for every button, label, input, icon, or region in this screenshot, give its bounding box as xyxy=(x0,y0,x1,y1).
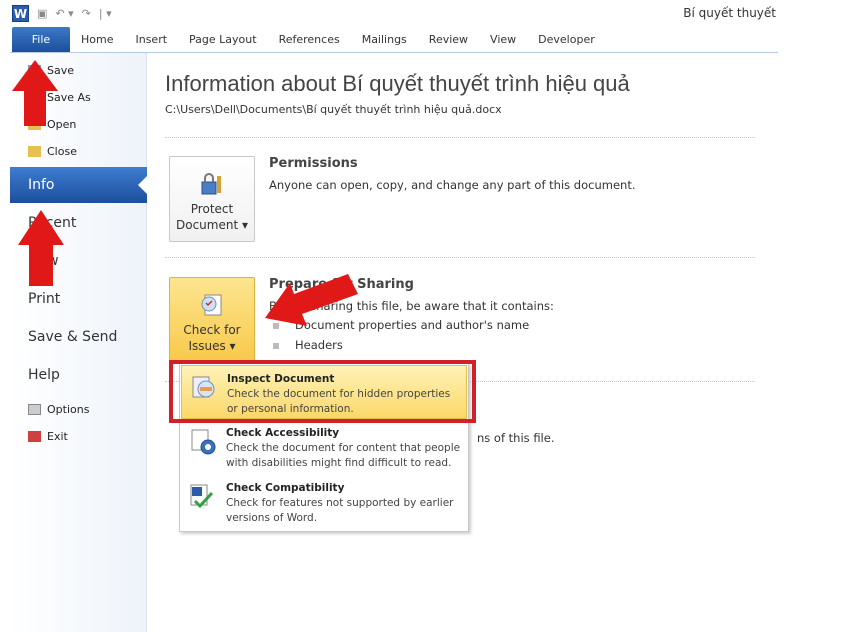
divider xyxy=(165,257,755,258)
red-arrow-up-icon xyxy=(12,60,58,126)
tab-mailings[interactable]: Mailings xyxy=(351,27,418,52)
nav-info[interactable]: Info xyxy=(10,167,147,203)
menu-item-desc: with disabilities might find difficult t… xyxy=(226,457,452,469)
tab-developer[interactable]: Developer xyxy=(527,27,606,52)
file-path: C:\Users\Dell\Documents\Bí quyết thuyết … xyxy=(165,103,502,116)
page-title: Information about Bí quyết thuyết trình … xyxy=(165,71,630,96)
exit-icon xyxy=(28,431,41,442)
customize-qat-icon[interactable]: | ▾ xyxy=(99,7,112,20)
button-label: Protect xyxy=(190,202,234,216)
protect-document-button[interactable]: Protect Document ▾ xyxy=(169,156,255,242)
button-label: Issues ▾ xyxy=(188,339,236,353)
sharing-bullet: Headers xyxy=(273,338,343,352)
button-label: Check for xyxy=(183,323,241,337)
tab-home[interactable]: Home xyxy=(70,27,124,52)
lock-key-icon xyxy=(201,173,221,195)
nav-save-send[interactable]: Save & Send xyxy=(28,329,117,345)
check-for-issues-button[interactable]: Check for Issues ▾ xyxy=(169,277,255,363)
tab-references[interactable]: References xyxy=(268,27,351,52)
options-icon xyxy=(28,404,41,415)
close-folder-icon xyxy=(28,146,41,157)
quick-access-toolbar: W ▣ ↶ ▾ ↷ | ▾ xyxy=(10,0,778,26)
tab-page-layout[interactable]: Page Layout xyxy=(178,27,268,52)
window-title: Bí quyết thuyết xyxy=(683,6,776,20)
menu-item-title: Check Compatibility xyxy=(226,482,345,494)
nav-close[interactable]: Close xyxy=(28,145,77,158)
nav-help[interactable]: Help xyxy=(28,367,60,383)
check-issues-icon xyxy=(201,294,222,316)
red-arrow-left-icon xyxy=(265,274,358,326)
highlight-box xyxy=(169,360,476,423)
tab-view[interactable]: View xyxy=(479,27,527,52)
versions-text: ns of this file. xyxy=(477,431,555,445)
tab-insert[interactable]: Insert xyxy=(124,27,178,52)
menu-item-desc: versions of Word. xyxy=(226,512,318,524)
menu-item-title: Check Accessibility xyxy=(226,427,340,439)
ribbon-tabs: File Home Insert Page Layout References … xyxy=(10,27,778,53)
tab-file[interactable]: File xyxy=(12,27,70,52)
nav-label: Options xyxy=(47,403,90,416)
redo-icon[interactable]: ↷ xyxy=(82,7,91,20)
accessibility-icon xyxy=(191,429,216,455)
nav-label: Close xyxy=(47,145,77,158)
backstage-nav: Save Save As Open Close Info Recent New … xyxy=(10,53,147,632)
save-icon[interactable]: ▣ xyxy=(37,7,47,20)
nav-print[interactable]: Print xyxy=(28,291,60,307)
nav-options[interactable]: Options xyxy=(28,403,89,416)
menu-item-desc: Check for features not supported by earl… xyxy=(226,497,454,509)
compatibility-icon xyxy=(190,484,214,509)
menu-item-check-accessibility[interactable]: Check Accessibility Check the document f… xyxy=(181,420,467,474)
menu-item-desc: Check the document for content that peop… xyxy=(226,442,461,454)
menu-item-check-compatibility[interactable]: Check Compatibility Check for features n… xyxy=(181,475,467,529)
word-logo-icon: W xyxy=(12,4,29,22)
nav-label: Exit xyxy=(47,430,68,443)
tab-review[interactable]: Review xyxy=(418,27,479,52)
undo-icon[interactable]: ↶ ▾ xyxy=(55,7,73,20)
red-arrow-up-icon xyxy=(18,210,64,286)
permissions-title: Permissions xyxy=(269,156,358,171)
permissions-text: Anyone can open, copy, and change any pa… xyxy=(269,178,636,192)
divider xyxy=(165,137,755,138)
nav-exit[interactable]: Exit xyxy=(28,430,68,443)
button-label: Document ▾ xyxy=(175,218,248,232)
